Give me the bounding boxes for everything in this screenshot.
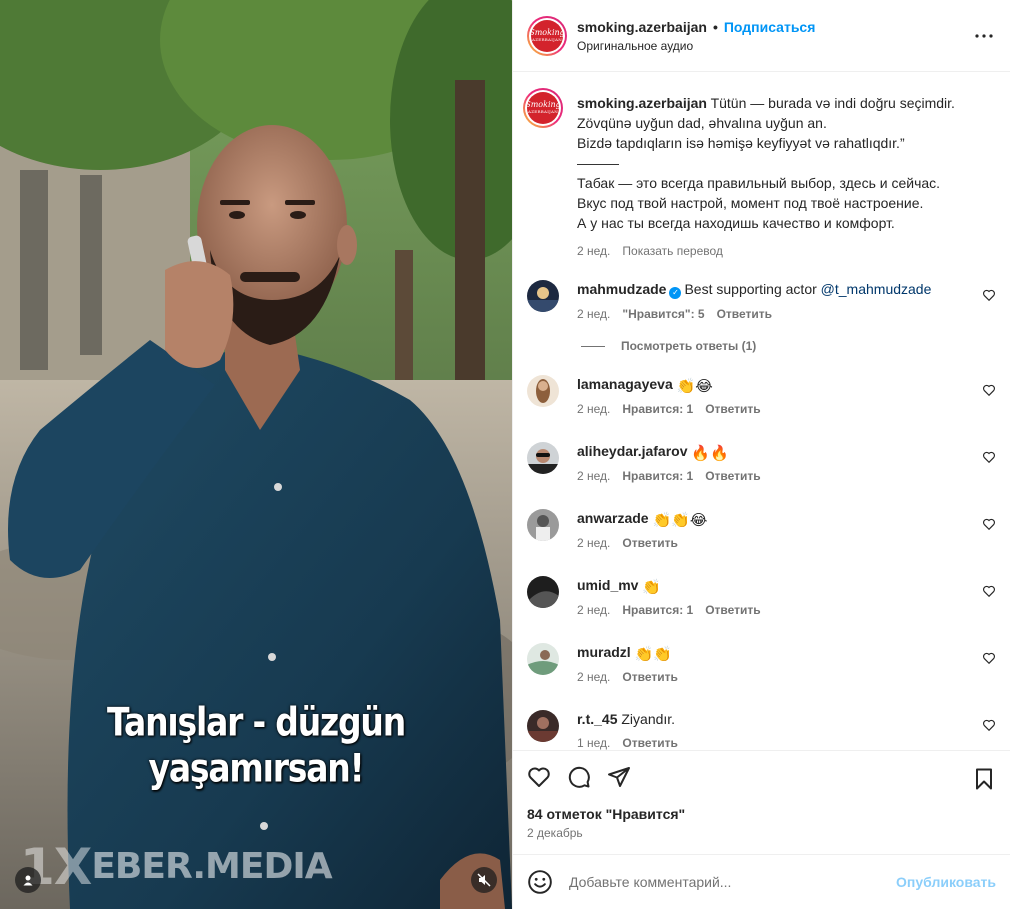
comment-item: r.t._45 Ziyandır. 1 нед. Ответить bbox=[527, 710, 996, 750]
reply-button[interactable]: Ответить bbox=[622, 536, 677, 550]
comment-time[interactable]: 2 нед. bbox=[577, 307, 610, 321]
follow-button[interactable]: Подписаться bbox=[724, 19, 816, 35]
comment-time[interactable]: 2 нед. bbox=[577, 603, 610, 617]
post-actions: 84 отметок "Нравится" 2 декабрь bbox=[513, 750, 1010, 854]
commenter-avatar[interactable] bbox=[527, 643, 559, 675]
post-header: Smoking AZERBAIJAN smoking.azerbaijan • Под… bbox=[513, 0, 1010, 72]
comment-time[interactable]: 2 нед. bbox=[577, 670, 610, 684]
caption-time[interactable]: 2 нед. bbox=[577, 244, 610, 258]
comment-heart-icon[interactable] bbox=[982, 517, 996, 531]
caption-line: Bizdə tapdıqların isə həmişə keyfiyyət v… bbox=[577, 135, 905, 151]
verified-badge-icon: ✓ bbox=[669, 287, 682, 299]
comment-username[interactable]: aliheydar.jafarov bbox=[577, 443, 688, 459]
volume-muted-icon[interactable] bbox=[471, 867, 497, 893]
commenter-avatar[interactable] bbox=[527, 509, 559, 541]
comment-item: mahmudzade ✓ Best supporting actor @t_mahm… bbox=[527, 280, 996, 321]
post-media[interactable]: Tanışlar - düzgün yaşamırsan! 1XEBER.MED… bbox=[0, 0, 512, 909]
add-comment-bar: Опубликовать bbox=[513, 854, 1010, 909]
reply-button[interactable]: Ответить bbox=[705, 603, 760, 617]
comment-username[interactable]: mahmudzade bbox=[577, 281, 666, 297]
comment-heart-icon[interactable] bbox=[982, 584, 996, 598]
reply-button[interactable]: Ответить bbox=[622, 670, 677, 684]
emoji-icon[interactable] bbox=[527, 869, 553, 895]
comment-likes[interactable]: "Нравится": 5 bbox=[622, 307, 704, 321]
share-icon[interactable] bbox=[607, 765, 631, 789]
caption-line: Вкус под твой настрой, момент под твоё н… bbox=[577, 195, 924, 211]
comment-username[interactable]: umid_mv bbox=[577, 577, 638, 593]
commenter-avatar[interactable] bbox=[527, 710, 559, 742]
audio-label[interactable]: Оригинальное аудио bbox=[577, 38, 972, 54]
comments-list[interactable]: Smoking AZERBAIJAN smoking.azerbaijan Tüt… bbox=[513, 72, 1010, 750]
author-username[interactable]: smoking.azerbaijan bbox=[577, 19, 707, 35]
comment-username[interactable]: lamanagayeva bbox=[577, 376, 673, 392]
reply-button[interactable]: Ответить bbox=[717, 307, 772, 321]
heart-icon[interactable] bbox=[527, 765, 551, 789]
caption: Smoking AZERBAIJAN smoking.azerbaijan Tüt… bbox=[523, 88, 996, 258]
caption-line: А у нас ты всегда находишь качество и ко… bbox=[577, 215, 895, 231]
reply-button[interactable]: Ответить bbox=[705, 469, 760, 483]
caption-avatar[interactable]: Smoking AZERBAIJAN bbox=[523, 88, 563, 128]
comment-text: 🔥🔥 bbox=[691, 445, 729, 462]
comment-likes[interactable]: Нравится: 1 bbox=[622, 603, 693, 617]
caption-divider: ——— bbox=[577, 155, 619, 171]
comment-heart-icon[interactable] bbox=[982, 651, 996, 665]
comment-text: 👏👏 bbox=[634, 646, 672, 663]
brand-logo: Smoking AZERBAIJAN bbox=[529, 19, 565, 52]
comment-item: lamanagayeva 👏😂 2 нед. Нравится: 1 Ответ… bbox=[527, 375, 996, 416]
comment-text: 👏😂 bbox=[676, 378, 713, 395]
commenter-avatar[interactable] bbox=[527, 375, 559, 407]
commenter-avatar[interactable] bbox=[527, 280, 559, 312]
caption-line: Zövqünə uyğun dad, əhvalına uyğun an. bbox=[577, 115, 827, 131]
comment-time[interactable]: 1 нед. bbox=[577, 736, 610, 750]
comment-heart-icon[interactable] bbox=[982, 383, 996, 397]
mention-link[interactable]: @t_mahmudzade bbox=[821, 281, 932, 297]
commenter-avatar[interactable] bbox=[527, 576, 559, 608]
comment-text: 👏👏😂 bbox=[652, 512, 708, 529]
comment-text: Best supporting actor bbox=[684, 281, 821, 297]
comment-text: 👏 bbox=[642, 579, 662, 596]
comment-item: muradzl 👏👏 2 нед. Ответить bbox=[527, 643, 996, 684]
reply-button[interactable]: Ответить bbox=[705, 402, 760, 416]
commenter-avatar[interactable] bbox=[527, 442, 559, 474]
comment-item: umid_mv 👏 2 нед. Нравится: 1 Ответить bbox=[527, 576, 996, 617]
caption-username[interactable]: smoking.azerbaijan bbox=[577, 95, 707, 111]
comment-heart-icon[interactable] bbox=[982, 450, 996, 464]
view-replies-button[interactable]: Посмотреть ответы (1) bbox=[581, 339, 996, 353]
reply-button[interactable]: Ответить bbox=[622, 736, 677, 750]
comment-item: anwarzade 👏👏😂 2 нед. Ответить bbox=[527, 509, 996, 550]
comment-input[interactable] bbox=[569, 874, 897, 890]
publish-button[interactable]: Опубликовать bbox=[896, 874, 996, 890]
comment-time[interactable]: 2 нед. bbox=[577, 402, 610, 416]
post-date[interactable]: 2 декабрь bbox=[527, 826, 996, 840]
comment-username[interactable]: anwarzade bbox=[577, 510, 649, 526]
more-horizontal-icon[interactable] bbox=[972, 24, 996, 48]
comment-username[interactable]: r.t._45 bbox=[577, 711, 617, 727]
separator-dot: • bbox=[712, 18, 718, 35]
comment-time[interactable]: 2 нед. bbox=[577, 469, 610, 483]
likes-count[interactable]: 84 отметок "Нравится" bbox=[527, 806, 996, 822]
comment-likes[interactable]: Нравится: 1 bbox=[622, 402, 693, 416]
comment-time[interactable]: 2 нед. bbox=[577, 536, 610, 550]
watermark-text: EBER.MEDIA bbox=[91, 846, 332, 887]
comment-username[interactable]: muradzl bbox=[577, 644, 631, 660]
watermark: 1XEBER.MEDIA bbox=[20, 838, 333, 896]
post-panel: Smoking AZERBAIJAN smoking.azerbaijan • Под… bbox=[512, 0, 1010, 909]
comment-heart-icon[interactable] bbox=[982, 288, 996, 302]
comment-text: Ziyandır. bbox=[621, 711, 676, 727]
caption-line: Табак — это всегда правильный выбор, зде… bbox=[577, 175, 941, 191]
user-tag-icon[interactable] bbox=[15, 867, 41, 893]
comment-likes[interactable]: Нравится: 1 bbox=[622, 469, 693, 483]
comment-icon[interactable] bbox=[567, 765, 591, 789]
comment-item: aliheydar.jafarov 🔥🔥 2 нед. Нравится: 1 … bbox=[527, 442, 996, 483]
author-avatar[interactable]: Smoking AZERBAIJAN bbox=[527, 15, 567, 56]
video-subtitle: Tanışlar - düzgün yaşamırsan! bbox=[106, 698, 406, 792]
translate-link[interactable]: Показать перевод bbox=[622, 244, 723, 258]
caption-line: Tütün — burada və indi doğru seçimdir. bbox=[710, 95, 955, 111]
bookmark-icon[interactable] bbox=[972, 767, 996, 791]
comment-heart-icon[interactable] bbox=[982, 718, 996, 732]
